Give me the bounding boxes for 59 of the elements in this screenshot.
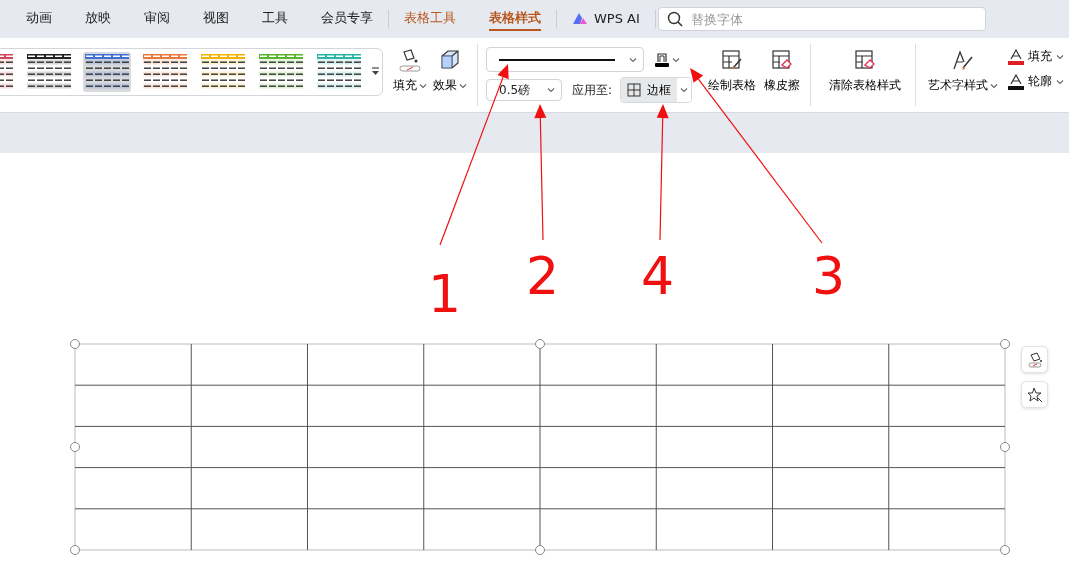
effect-button[interactable]: 效果 [433,48,467,94]
table-style-thumbnail[interactable] [25,52,73,92]
annotation-number: 2 [526,250,560,302]
caret-icon [680,87,689,93]
menu-tab[interactable]: 视图 [203,7,229,31]
search-icon [666,11,683,27]
caret-icon [990,82,999,89]
line-width-dropdown[interactable]: 0.5磅 [486,79,562,101]
letter-a-icon [1008,73,1025,90]
clear-button[interactable]: 清除表格样式 [829,48,902,94]
caret-icon [547,87,555,93]
pen-color-icon [654,51,670,68]
apply-to-button[interactable]: 边框 [621,78,678,102]
table-style-thumbnail[interactable] [83,52,131,92]
menu-tab[interactable]: 表格样式 [489,7,541,31]
table-drawing[interactable] [70,339,1010,555]
apply-to-label: 应用至: [572,81,613,99]
annotation-number: 4 [641,250,675,302]
letter-a-icon [1008,48,1025,65]
caret-icon [459,82,467,89]
table-style-thumbnail[interactable] [257,52,305,92]
grid-icon [627,83,642,97]
table-style-thumbnail[interactable] [199,52,247,92]
annotation-number: 3 [812,250,846,302]
text-style-button[interactable]: 轮廓 [1008,73,1065,90]
art-text-button[interactable]: 艺术字样式 [928,48,999,94]
cube-icon [438,48,462,72]
menu-tab[interactable]: 审阅 [144,7,170,31]
caret-icon [672,56,680,63]
caret-icon [419,82,427,89]
pen-color-button[interactable] [654,51,680,68]
table-style-thumbnail[interactable] [141,52,189,92]
text-style-button[interactable]: 填充 [1008,48,1065,65]
ai-logo-icon [572,11,588,25]
menu-tab[interactable]: 工具 [262,7,288,31]
fill-shortcut-button[interactable] [1021,346,1048,373]
paint-bucket-icon [1026,351,1043,368]
search-field[interactable]: 替换字体 [657,7,986,31]
apply-to-dropdown-button[interactable] [677,78,692,102]
search-input[interactable]: 替换字体 [688,10,953,28]
menu-tab[interactable]: WPS AI [572,7,640,31]
caret-icon [1056,78,1065,85]
line-style-dropdown[interactable] [486,47,644,72]
star-icon [1026,386,1043,403]
caret-icon [629,56,637,63]
menu-tab[interactable]: 放映 [85,7,111,31]
menu-tab[interactable]: 动画 [26,7,52,31]
effects-shortcut-button[interactable] [1021,381,1048,408]
draw-button[interactable]: 绘制表格 [708,48,757,94]
fill-button[interactable]: 填充 [393,48,427,94]
paint-bucket-icon [398,48,422,72]
letter-pen-icon [951,48,976,72]
table-style-thumbnail[interactable] [315,52,363,92]
erase-button[interactable]: 橡皮擦 [764,48,801,94]
table-pencil-icon [720,48,745,72]
caret-icon [1056,53,1065,60]
menu-tab[interactable]: 会员专享 [321,7,373,31]
menu-tab[interactable]: 表格工具 [404,7,456,31]
annotation-number: 1 [428,268,462,320]
